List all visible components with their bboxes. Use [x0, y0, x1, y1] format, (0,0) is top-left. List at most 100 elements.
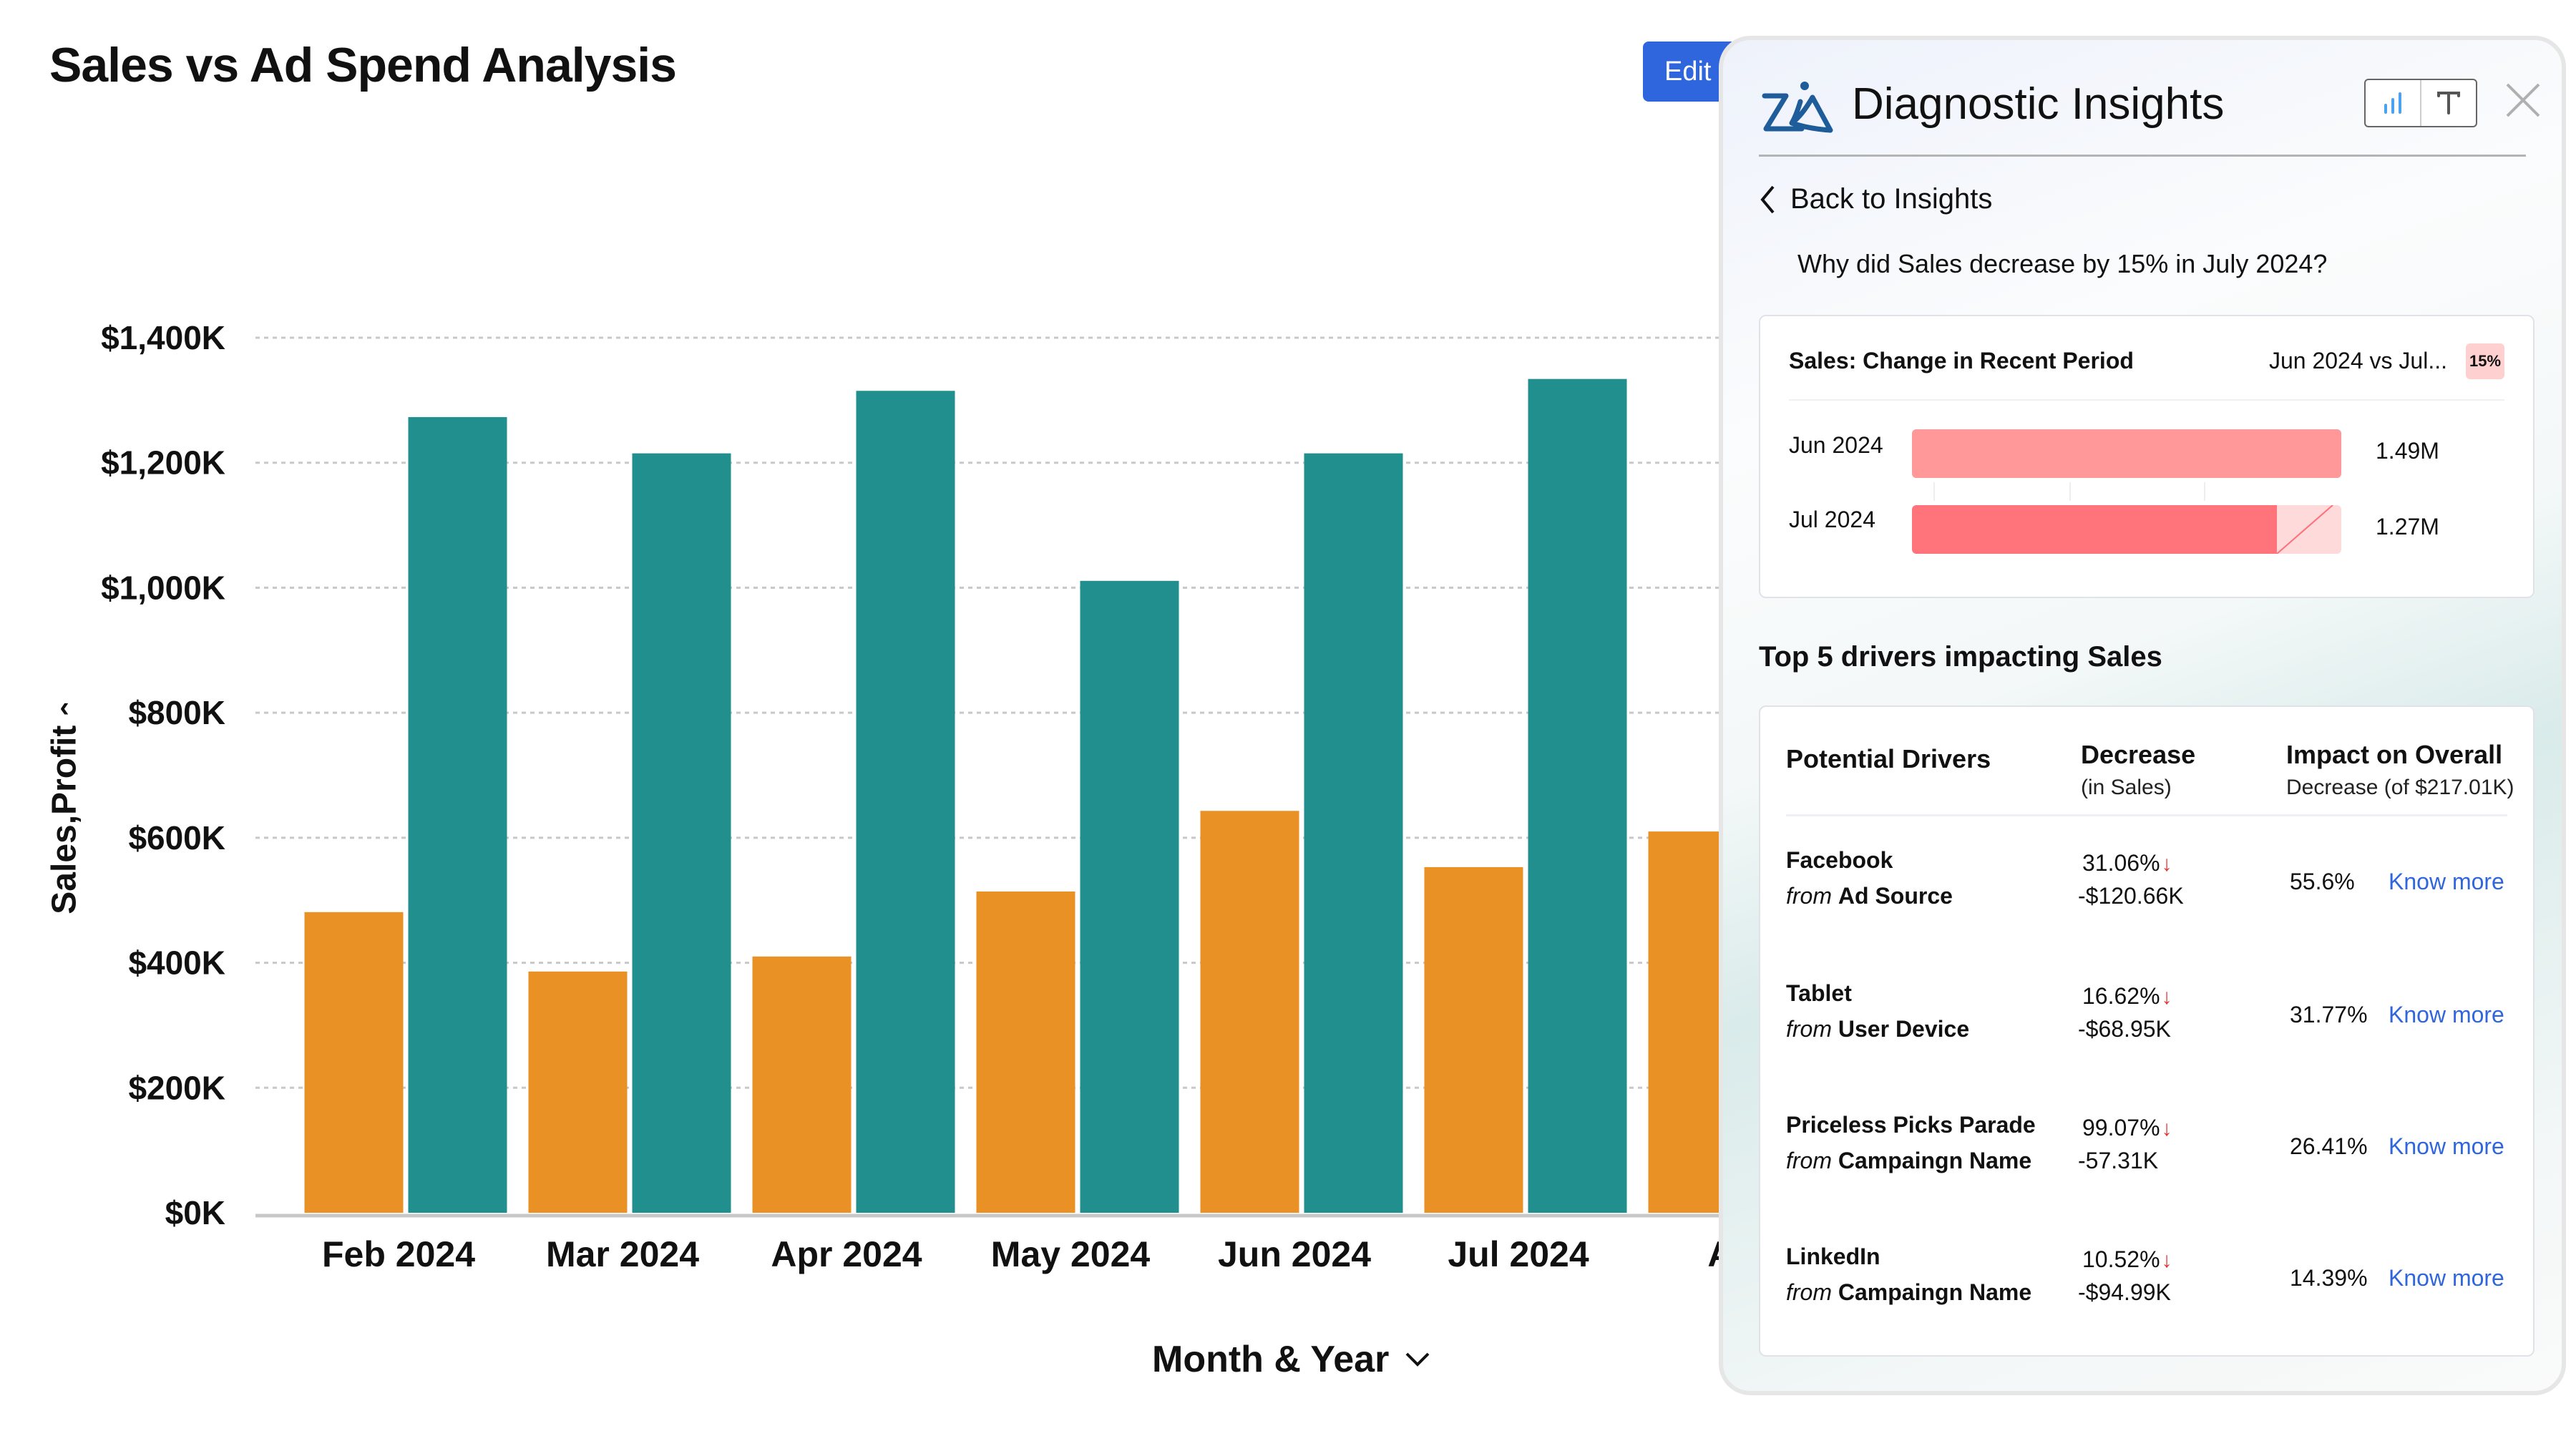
- pct-value: 99.07%: [2082, 1115, 2160, 1141]
- y-axis-title-wrap[interactable]: Sales,Profit ‹: [29, 665, 100, 952]
- bar-tick: [1933, 482, 1935, 501]
- col-header-impact-sub: Decrease (of $217.01K): [2286, 776, 2514, 799]
- change-card-divider: [1789, 399, 2504, 401]
- diagnostic-insights-panel: Diagnostic Insights Back to Insights Why…: [1719, 36, 2566, 1395]
- bar-sales[interactable]: [632, 453, 731, 1213]
- header-divider: [1759, 155, 2526, 157]
- change-card-title: Sales: Change in Recent Period: [1789, 348, 2134, 373]
- period-label: Jun 2024: [1789, 432, 1883, 458]
- driver-source: from Campaingn Name: [1786, 1279, 2031, 1306]
- x-tick-label: Jul 2024: [1448, 1234, 1589, 1274]
- driver-source: from Campaingn Name: [1786, 1148, 2031, 1174]
- period-label: Jul 2024: [1789, 507, 1875, 532]
- decrease-amount: -$68.95K: [2078, 1016, 2171, 1042]
- col-header-impact: Impact on Overall: [2286, 740, 2503, 769]
- drivers-heading: Top 5 drivers impacting Sales: [1759, 641, 2162, 673]
- decrease-pct: 10.52%↓: [2082, 1246, 2172, 1273]
- back-to-insights-link[interactable]: Back to Insights: [1759, 183, 1992, 215]
- bar-sales[interactable]: [1304, 453, 1403, 1213]
- x-tick-label: May 2024: [991, 1234, 1151, 1274]
- period-value: 1.49M: [2376, 438, 2439, 464]
- y-tick-label: $0K: [165, 1194, 225, 1231]
- bar-profit[interactable]: [976, 891, 1075, 1213]
- change-badge: 15%: [2466, 343, 2504, 379]
- x-axis-title-wrap[interactable]: Month & Year: [1152, 1338, 1430, 1381]
- decrease-pct: 16.62%↓: [2082, 983, 2172, 1010]
- y-tick-labels: $0K $200K $400K $600K $800K $1,000K $1,200K $1,…: [101, 319, 225, 1231]
- decrease-amount: -$120.66K: [2078, 883, 2184, 909]
- know-more-link[interactable]: Know more: [2389, 1265, 2504, 1291]
- bar-sales[interactable]: [1528, 378, 1627, 1213]
- text-icon: [2437, 92, 2460, 114]
- chevron-left-icon: [1760, 185, 1775, 213]
- source-name: Ad Source: [1838, 883, 1953, 909]
- bars: [304, 378, 1747, 1213]
- know-more-link[interactable]: Know more: [2389, 869, 2504, 895]
- driver-row: Priceless Picks Parade from Campaingn Na…: [1760, 1112, 2533, 1226]
- pct-value: 16.62%: [2082, 983, 2160, 1009]
- bar-profit[interactable]: [1424, 866, 1523, 1213]
- decrease-amount: -57.31K: [2078, 1148, 2159, 1173]
- pct-value: 10.52%: [2082, 1246, 2160, 1272]
- sales-change-card: Sales: Change in Recent Period Jun 2024 …: [1759, 315, 2534, 598]
- impact-pct: 55.6%: [2290, 869, 2355, 894]
- bar-sales[interactable]: [856, 391, 955, 1213]
- period-bar-fill: [1912, 429, 2341, 478]
- driver-source: from User Device: [1786, 1016, 1969, 1042]
- from-prefix: from: [1786, 1016, 1832, 1042]
- period-bar-track: [1912, 505, 2341, 554]
- source-name: Campaingn Name: [1838, 1279, 2032, 1305]
- change-card-range: Jun 2024 vs Jul...: [2268, 348, 2447, 373]
- y-tick-label: $200K: [128, 1069, 225, 1106]
- arrow-down-icon: ↓: [2161, 1249, 2172, 1272]
- bar-profit[interactable]: [752, 956, 852, 1213]
- y-axis-title[interactable]: Sales,Profit: [45, 726, 84, 914]
- know-more-link[interactable]: Know more: [2389, 1133, 2504, 1160]
- driver-name: LinkedIn: [1786, 1244, 1880, 1269]
- chevron-down-icon[interactable]: [1405, 1351, 1430, 1368]
- know-more-link[interactable]: Know more: [2389, 1002, 2504, 1028]
- bar-profit[interactable]: [304, 912, 404, 1213]
- drivers-table: Potential Drivers Decrease (in Sales) Im…: [1759, 705, 2534, 1357]
- bar-tick: [2204, 482, 2205, 501]
- from-prefix: from: [1786, 1148, 1832, 1173]
- y-tick-label: $1,200K: [101, 444, 225, 482]
- y-tick-label: $400K: [128, 944, 225, 982]
- chart-view-toggle[interactable]: [2366, 80, 2420, 126]
- driver-name: Facebook: [1786, 847, 1893, 873]
- impact-pct: 31.77%: [2290, 1002, 2368, 1027]
- impact-pct: 26.41%: [2290, 1133, 2368, 1159]
- arrow-down-icon: ↓: [2161, 852, 2172, 876]
- bar-sales[interactable]: [408, 416, 507, 1213]
- x-tick-label: Feb 2024: [322, 1234, 475, 1274]
- header-divider: [1786, 814, 2507, 816]
- col-header-decrease-sub: (in Sales): [2081, 776, 2172, 799]
- y-tick-label: $800K: [128, 694, 225, 731]
- period-bar-track: [1912, 429, 2341, 478]
- panel-header: Diagnostic Insights: [1759, 73, 2540, 159]
- arrow-down-icon: ↓: [2161, 985, 2172, 1009]
- bar-chart-icon: [2384, 92, 2401, 114]
- driver-row: LinkedIn from Campaingn Name 10.52%↓ -$9…: [1760, 1244, 2533, 1358]
- period-value: 1.27M: [2376, 514, 2439, 539]
- close-icon[interactable]: [2503, 80, 2543, 120]
- arrow-down-icon: ↓: [2161, 1117, 2172, 1141]
- bar-profit[interactable]: [528, 971, 628, 1213]
- col-header-driver: Potential Drivers: [1786, 744, 1991, 773]
- col-header-decrease: Decrease: [2081, 740, 2196, 769]
- impact-pct: 14.39%: [2290, 1265, 2368, 1291]
- chevron-down-icon[interactable]: ‹: [59, 691, 69, 723]
- decrease-pct: 31.06%↓: [2082, 850, 2172, 876]
- zia-logo-icon: [1762, 82, 1833, 133]
- view-toggle: [2364, 79, 2477, 127]
- back-label[interactable]: Back to Insights: [1790, 183, 1992, 215]
- driver-name: Tablet: [1786, 980, 1852, 1006]
- bar-profit[interactable]: [1200, 811, 1299, 1213]
- driver-row: Tablet from User Device 16.62%↓ -$68.95K…: [1760, 980, 2533, 1095]
- text-view-toggle[interactable]: [2420, 80, 2476, 126]
- y-tick-label: $1,400K: [101, 319, 225, 356]
- bar-sales[interactable]: [1080, 580, 1179, 1213]
- panel-title: Diagnostic Insights: [1852, 79, 2225, 129]
- from-prefix: from: [1786, 1279, 1832, 1305]
- x-axis-title[interactable]: Month & Year: [1152, 1338, 1389, 1381]
